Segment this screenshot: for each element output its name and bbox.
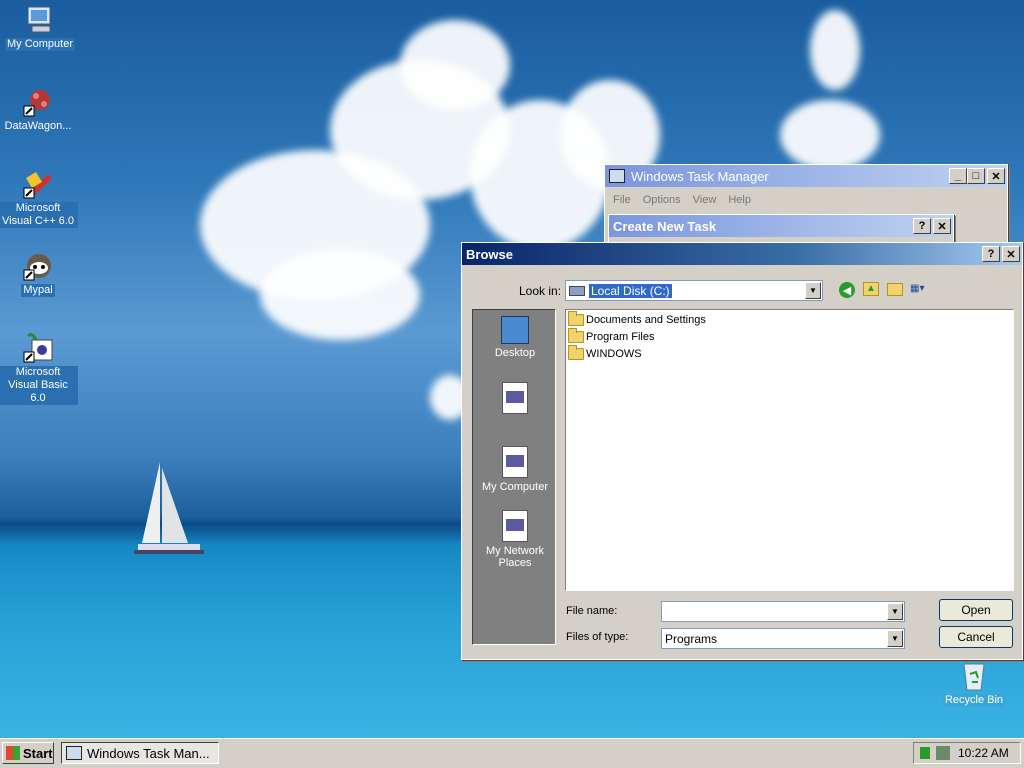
- file-name-label: File name:: [566, 605, 618, 617]
- places-my-network[interactable]: My Network Places: [473, 510, 557, 569]
- browse-dialog[interactable]: Browse ? ✕ Look in: Local Disk (C:) ▼ ◀ …: [461, 242, 1023, 660]
- files-of-type-label: Files of type:: [566, 631, 629, 643]
- folder-icon: [568, 345, 584, 360]
- places-my-computer[interactable]: My Computer: [473, 446, 557, 493]
- browse-titlebar[interactable]: Browse ? ✕: [462, 243, 1022, 265]
- help-button[interactable]: ?: [982, 246, 1000, 262]
- desktop-icon-recycle-bin[interactable]: Recycle Bin: [934, 660, 1014, 707]
- start-button[interactable]: Start: [2, 742, 54, 764]
- desktop-icon-visual-cpp[interactable]: Microsoft Visual C++ 6.0: [0, 168, 78, 228]
- desktop-icon-visual-basic[interactable]: Microsoft Visual Basic 6.0: [0, 332, 78, 405]
- taskbar: Start Windows Task Man... 10:22 AM: [0, 738, 1024, 768]
- places-bar: Desktop My Computer My Network Places: [472, 309, 556, 645]
- close-button[interactable]: ✕: [933, 218, 951, 234]
- menu-options[interactable]: Options: [643, 194, 681, 206]
- maximize-button[interactable]: □: [967, 168, 985, 184]
- back-icon[interactable]: ◀: [839, 282, 855, 298]
- close-button[interactable]: ✕: [1002, 246, 1020, 262]
- chevron-down-icon[interactable]: ▼: [805, 282, 821, 299]
- list-item[interactable]: Program Files: [568, 328, 654, 345]
- list-item[interactable]: Documents and Settings: [568, 311, 706, 328]
- menu-help[interactable]: Help: [728, 194, 751, 206]
- visual-basic-icon: [22, 332, 54, 364]
- view-menu-icon[interactable]: ▦▾: [910, 283, 934, 297]
- desktop-icon-mypal[interactable]: Mypal: [0, 250, 78, 297]
- files-of-type-select[interactable]: Programs ▼: [661, 628, 905, 649]
- network-status-icon[interactable]: [936, 746, 950, 760]
- minimize-button[interactable]: _: [949, 168, 967, 184]
- look-in-label: Look in:: [519, 284, 562, 298]
- create-task-title: Create New Task: [613, 218, 717, 234]
- desktop-icon: [501, 316, 529, 344]
- mypal-icon: [22, 250, 54, 282]
- desktop-icon-datawagon[interactable]: DataWagon...: [0, 86, 78, 133]
- desktop-icon-my-computer[interactable]: My Computer: [0, 4, 80, 51]
- file-list[interactable]: Documents and Settings Program Files WIN…: [565, 309, 1014, 591]
- network-icon: [502, 510, 528, 542]
- drive-icon: [569, 285, 585, 296]
- monitor-icon: [609, 169, 625, 183]
- recycle-bin-icon: [958, 660, 990, 692]
- list-item[interactable]: WINDOWS: [568, 345, 642, 362]
- chevron-down-icon[interactable]: ▼: [887, 630, 903, 647]
- browse-title: Browse: [466, 246, 513, 262]
- open-button[interactable]: Open: [939, 599, 1013, 621]
- system-tray: 10:22 AM: [913, 742, 1021, 764]
- up-folder-icon[interactable]: ▲: [863, 282, 879, 296]
- menu-file[interactable]: File: [613, 194, 631, 206]
- taskbar-task-manager[interactable]: Windows Task Man...: [61, 742, 219, 764]
- computer-icon: [502, 446, 528, 478]
- document-icon: [502, 382, 528, 414]
- file-name-field[interactable]: ▼: [661, 601, 905, 622]
- look-in-combo[interactable]: Local Disk (C:) ▼: [565, 280, 823, 301]
- task-manager-title: Windows Task Manager: [631, 168, 769, 184]
- new-folder-icon[interactable]: [887, 283, 903, 296]
- create-task-titlebar[interactable]: Create New Task ? ✕: [609, 215, 953, 237]
- menu-view[interactable]: View: [693, 194, 717, 206]
- close-button[interactable]: ✕: [987, 168, 1005, 184]
- chevron-down-icon[interactable]: ▼: [887, 603, 903, 620]
- places-my-documents[interactable]: [473, 382, 557, 417]
- help-button[interactable]: ?: [913, 218, 931, 234]
- windows-logo-icon: [6, 746, 20, 760]
- folder-icon: [568, 328, 584, 343]
- sailboat-image: [134, 462, 204, 554]
- task-manager-menubar: File Options View Help: [605, 187, 1007, 213]
- task-manager-titlebar[interactable]: Windows Task Manager _ □ ✕: [605, 165, 1007, 187]
- look-in-value: Local Disk (C:): [589, 283, 672, 298]
- cancel-button[interactable]: Cancel: [939, 626, 1013, 648]
- folder-icon: [568, 311, 584, 326]
- visual-cpp-icon: [22, 168, 54, 200]
- places-desktop[interactable]: Desktop: [473, 316, 557, 359]
- datawagon-icon: [22, 86, 54, 118]
- clock: 10:22 AM: [958, 746, 1009, 760]
- monitor-icon: [66, 746, 82, 760]
- my-computer-icon: [24, 4, 56, 36]
- cpu-meter-icon[interactable]: [920, 747, 930, 759]
